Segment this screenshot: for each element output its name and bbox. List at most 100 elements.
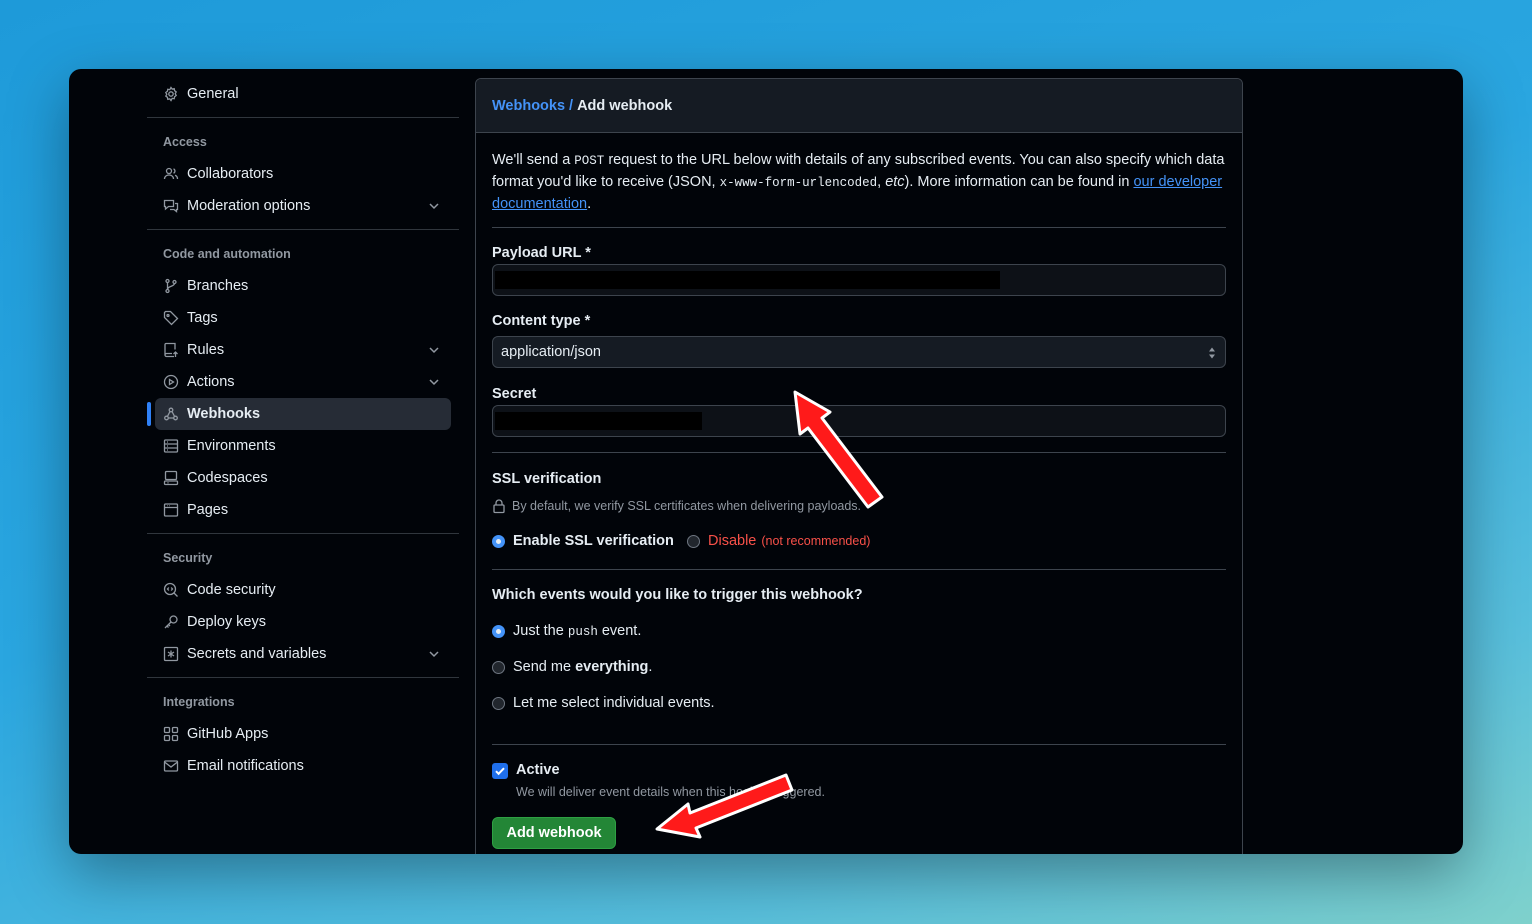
event-all-option[interactable]: Send me everything. (492, 659, 652, 675)
sidebar-item-label: Tags (187, 310, 218, 326)
people-icon (163, 166, 179, 182)
redacted-value (495, 271, 1000, 289)
gear-icon (163, 86, 179, 102)
mail-icon (163, 758, 179, 774)
event-select-option[interactable]: Let me select individual events. (492, 695, 715, 711)
page-title: Add webhook (577, 97, 673, 114)
sidebar-item-secrets-variables[interactable]: Secrets and variables (155, 638, 451, 670)
sidebar-item-label: Actions (187, 374, 235, 390)
event-select-label: Let me select individual events. (513, 695, 715, 711)
event-push-label: Just the push event. (513, 623, 642, 639)
lock-icon (493, 499, 505, 514)
sidebar-item-environments[interactable]: Environments (155, 430, 451, 462)
sidebar-item-actions[interactable]: Actions (155, 366, 451, 398)
sidebar-item-label: Webhooks (187, 406, 261, 422)
active-indicator (147, 402, 151, 426)
redacted-value (495, 412, 702, 430)
content-type-select[interactable]: application/json (492, 336, 1226, 368)
ssl-disable-radio[interactable] (687, 534, 700, 548)
sidebar-item-moderation[interactable]: Moderation options (155, 190, 451, 222)
browser-window: General Access Collaborators Moderation … (69, 69, 1463, 854)
key-icon (163, 614, 179, 630)
event-push-radio[interactable] (492, 624, 505, 638)
sidebar-item-email-notifications[interactable]: Email notifications (155, 750, 451, 782)
chevron-down-icon[interactable] (427, 343, 441, 357)
ssl-note: By default, we verify SSL certificates w… (492, 498, 861, 514)
sidebar-item-label: Environments (187, 438, 276, 454)
secret-label: Secret (492, 386, 537, 402)
play-icon (163, 374, 179, 390)
ssl-enable-label: Enable SSL verification (513, 533, 674, 549)
ssl-disable-option[interactable]: Disable (not recommended) (687, 533, 870, 549)
divider (147, 229, 459, 230)
chevron-down-icon[interactable] (427, 647, 441, 661)
content-type-value: application/json (501, 344, 601, 360)
breadcrumb-separator: / (569, 97, 574, 114)
codescan-icon (163, 582, 179, 598)
breadcrumb-webhooks-link[interactable]: Webhooks (492, 98, 565, 114)
sidebar-item-github-apps[interactable]: GitHub Apps (155, 718, 451, 750)
sidebar-item-tags[interactable]: Tags (155, 302, 451, 334)
payload-url-label: Payload URL * (492, 245, 591, 261)
check-icon (495, 767, 505, 776)
webhook-icon (163, 406, 179, 422)
sidebar-item-label: Branches (187, 278, 249, 294)
sidebar-item-label: Deploy keys (187, 614, 266, 630)
ssl-title: SSL verification (492, 471, 602, 487)
ssl-enable-radio[interactable] (492, 534, 505, 548)
sidebar-item-label: General (187, 86, 239, 102)
comment-discussion-icon (163, 198, 179, 214)
active-checkbox[interactable] (492, 763, 508, 779)
add-webhook-button[interactable]: Add webhook (492, 817, 616, 849)
event-select-radio[interactable] (492, 696, 505, 710)
active-note: We will deliver event details when this … (516, 785, 825, 799)
ssl-enable-option[interactable]: Enable SSL verification (492, 533, 674, 549)
sidebar-item-label: Codespaces (187, 470, 268, 486)
secret-input[interactable] (492, 405, 1226, 437)
chevron-down-icon[interactable] (427, 199, 441, 213)
event-all-radio[interactable] (492, 660, 505, 674)
content-type-label: Content type * (492, 313, 591, 329)
select-arrows-icon (1209, 347, 1215, 359)
sidebar-item-branches[interactable]: Branches (155, 270, 451, 302)
server-icon (163, 438, 179, 454)
sidebar-item-label: Rules (187, 342, 225, 358)
asterisk-box-icon (163, 646, 179, 662)
sidebar-item-code-security[interactable]: Code security (155, 574, 451, 606)
event-push-option[interactable]: Just the push event. (492, 623, 641, 639)
section-title-integrations: Integrations (163, 695, 235, 709)
section-title-security: Security (163, 551, 213, 565)
divider (492, 569, 1226, 570)
ssl-disable-note: (not recommended) (761, 534, 871, 548)
codespaces-icon (163, 470, 179, 486)
events-title: Which events would you like to trigger t… (492, 587, 863, 603)
intro-text: We'll send a POST request to the URL bel… (492, 152, 1225, 212)
browser-icon (163, 502, 179, 518)
sidebar-item-general[interactable]: General (155, 78, 451, 110)
chevron-down-icon[interactable] (427, 375, 441, 389)
breadcrumb: Webhooks / Add webhook (476, 79, 1242, 133)
sidebar-item-pages[interactable]: Pages (155, 494, 451, 526)
tag-icon (163, 310, 179, 326)
event-all-label: Send me everything. (513, 659, 653, 675)
sidebar-item-label: Moderation options (187, 198, 311, 214)
sidebar-item-webhooks[interactable]: Webhooks (155, 398, 451, 430)
divider (147, 533, 459, 534)
divider (492, 227, 1226, 228)
section-title-code-automation: Code and automation (163, 247, 291, 261)
payload-url-input[interactable] (492, 264, 1226, 296)
sidebar-item-rules[interactable]: Rules (155, 334, 451, 366)
divider (492, 744, 1226, 745)
add-webhook-panel: Webhooks / Add webhook We'll send a POST… (475, 78, 1243, 854)
ssl-disable-label: Disable (708, 533, 757, 549)
sidebar-item-collaborators[interactable]: Collaborators (155, 158, 451, 190)
git-branch-icon (163, 278, 179, 294)
repo-push-icon (163, 342, 179, 358)
sidebar-item-codespaces[interactable]: Codespaces (155, 462, 451, 494)
sidebar-item-label: Code security (187, 582, 276, 598)
sidebar-item-deploy-keys[interactable]: Deploy keys (155, 606, 451, 638)
sidebar-item-label: Secrets and variables (187, 646, 327, 662)
divider (147, 677, 459, 678)
divider (147, 117, 459, 118)
divider (492, 452, 1226, 453)
